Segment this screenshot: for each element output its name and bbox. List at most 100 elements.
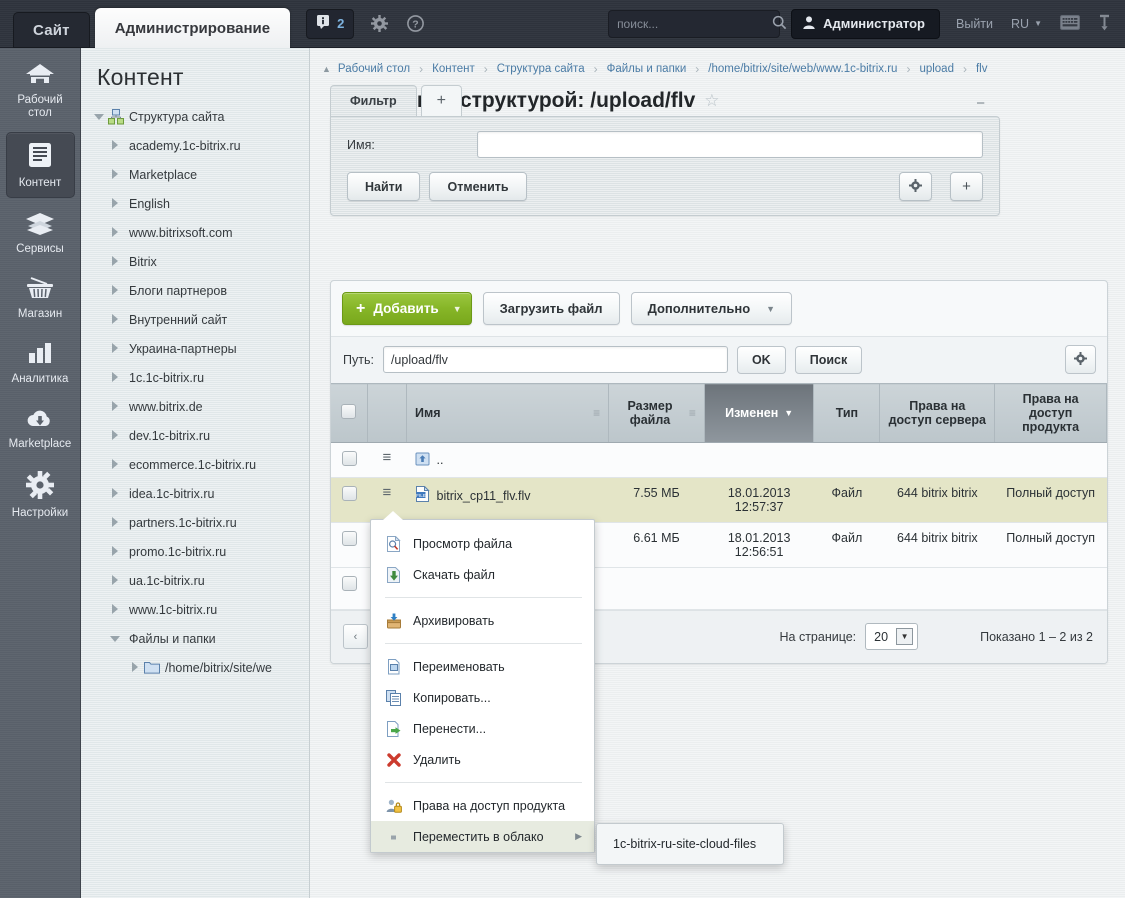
breadcrumb-item-1[interactable]: Контент: [432, 63, 475, 75]
table-row[interactable]: ≡ FILE bitrix_cp11_flv.flv 7.55 МБ 18.01…: [331, 478, 1107, 523]
breadcrumb-item-6[interactable]: flv: [976, 63, 988, 75]
logout-link[interactable]: Выйти: [956, 17, 993, 31]
chevron-right-icon[interactable]: [109, 285, 120, 296]
select-all-checkbox[interactable]: [341, 404, 356, 419]
row-checkbox-cell[interactable]: [331, 478, 367, 523]
chevron-down-icon[interactable]: [109, 633, 120, 644]
path-ok-button[interactable]: OK: [737, 346, 786, 374]
row-name-cell[interactable]: ..: [407, 443, 609, 478]
chevron-right-icon[interactable]: [109, 372, 120, 383]
search-icon[interactable]: [772, 15, 787, 33]
tree-item[interactable]: dev.1c-bitrix.ru: [81, 421, 309, 450]
chevron-right-icon[interactable]: [109, 546, 120, 557]
search-input[interactable]: [617, 17, 772, 31]
row-name-label[interactable]: bitrix_cp11_flv.flv: [437, 489, 531, 503]
filter-settings-button[interactable]: [899, 172, 932, 201]
chevron-down-icon[interactable]: ▼: [896, 628, 913, 645]
chevron-right-icon[interactable]: [109, 604, 120, 615]
row-checkbox[interactable]: [342, 451, 357, 466]
sidebar-item-services[interactable]: Сервисы: [6, 203, 75, 263]
tree-item[interactable]: Bitrix: [81, 247, 309, 276]
tree-item[interactable]: Блоги партнеров: [81, 276, 309, 305]
context-menu-item-rename[interactable]: Переименовать: [371, 651, 594, 682]
column-header-server-rights[interactable]: Права на доступ сервера: [880, 384, 995, 443]
tree-item[interactable]: www.1c-bitrix.ru: [81, 595, 309, 624]
column-menu-icon[interactable]: ≡: [689, 406, 696, 420]
tab-site[interactable]: Сайт: [13, 12, 90, 48]
breadcrumb-item-0[interactable]: Рабочий стол: [338, 63, 410, 75]
search-box[interactable]: [608, 10, 780, 38]
submenu-item-cloud-bucket[interactable]: 1c-bitrix-ru-site-cloud-files: [597, 831, 783, 857]
tree-item[interactable]: ua.1c-bitrix.ru: [81, 566, 309, 595]
more-actions-button[interactable]: Дополнительно ▼: [631, 292, 793, 325]
breadcrumb-item-3[interactable]: Файлы и папки: [607, 63, 687, 75]
sidebar-item-shop[interactable]: Магазин: [6, 268, 75, 328]
context-menu-item-download[interactable]: Скачать файл: [371, 559, 594, 590]
tab-admin[interactable]: Администрирование: [95, 8, 290, 48]
chevron-down-icon[interactable]: [93, 111, 104, 122]
tab-filter[interactable]: Фильтр: [330, 85, 417, 116]
column-header-modified[interactable]: Изменен ▼: [704, 384, 814, 443]
column-header-product-rights[interactable]: Права на доступ продукта: [995, 384, 1107, 443]
tree-item[interactable]: Marketplace: [81, 160, 309, 189]
notifications-counter[interactable]: 2: [306, 9, 354, 39]
tree-item[interactable]: promo.1c-bitrix.ru: [81, 537, 309, 566]
chevron-right-icon[interactable]: [109, 140, 120, 151]
row-checkbox-cell[interactable]: [331, 568, 367, 610]
breadcrumb-item-2[interactable]: Структура сайта: [497, 63, 585, 75]
context-menu-item-archive[interactable]: Архивировать: [371, 605, 594, 636]
pin-icon[interactable]: [1098, 14, 1111, 34]
chevron-right-icon[interactable]: [109, 198, 120, 209]
chevron-right-icon[interactable]: [109, 169, 120, 180]
row-checkbox[interactable]: [342, 486, 357, 501]
sidebar-item-marketplace[interactable]: Marketplace: [6, 398, 75, 458]
breadcrumb-item-5[interactable]: upload: [919, 63, 954, 75]
tree-item[interactable]: ecommerce.1c-bitrix.ru: [81, 450, 309, 479]
column-header-type[interactable]: Тип: [814, 384, 880, 443]
table-row[interactable]: ≡ ..: [331, 443, 1107, 478]
filter-add-button[interactable]: +: [950, 172, 983, 201]
add-button[interactable]: + Добавить ▼: [342, 292, 472, 325]
chevron-right-icon[interactable]: [109, 227, 120, 238]
tree-item[interactable]: Украина-партнеры: [81, 334, 309, 363]
filter-name-input[interactable]: [477, 131, 983, 158]
context-menu-item-preview[interactable]: Просмотр файла: [371, 528, 594, 559]
tree-item[interactable]: Структура сайта: [81, 102, 309, 131]
sidebar-item-desktop[interactable]: Рабочий стол: [6, 54, 75, 127]
row-menu-icon[interactable]: ≡: [382, 449, 391, 466]
select-all-header[interactable]: [331, 384, 367, 443]
path-search-button[interactable]: Поиск: [795, 346, 863, 374]
sidebar-item-analytics[interactable]: Аналитика: [6, 333, 75, 393]
tree-item[interactable]: English: [81, 189, 309, 218]
row-menu-icon[interactable]: ≡: [382, 484, 391, 501]
tree-item[interactable]: Внутренний сайт: [81, 305, 309, 334]
sidebar-item-content[interactable]: Контент: [6, 132, 75, 198]
per-page-select[interactable]: 20 ▼: [865, 623, 918, 650]
prev-page-button[interactable]: ‹: [343, 624, 368, 649]
tree-item[interactable]: academy.1c-bitrix.ru: [81, 131, 309, 160]
tree-item[interactable]: idea.1c-bitrix.ru: [81, 479, 309, 508]
context-menu-item-move[interactable]: Перенести...: [371, 713, 594, 744]
tree-item[interactable]: www.bitrixsoft.com: [81, 218, 309, 247]
row-checkbox[interactable]: [342, 576, 357, 591]
chevron-right-icon[interactable]: [109, 401, 120, 412]
context-menu-item-permissions[interactable]: Права на доступ продукта: [371, 790, 594, 821]
keyboard-icon[interactable]: [1060, 15, 1080, 33]
chevron-right-icon[interactable]: [109, 488, 120, 499]
chevron-right-icon[interactable]: [109, 256, 120, 267]
help-icon[interactable]: ?: [404, 13, 426, 35]
collapse-filter-button[interactable]: −: [976, 95, 985, 112]
tree-item[interactable]: 1c.1c-bitrix.ru: [81, 363, 309, 392]
gear-icon[interactable]: [368, 13, 390, 35]
tree-item[interactable]: Файлы и папки: [81, 624, 309, 653]
column-menu-icon[interactable]: ≡: [593, 406, 600, 420]
chevron-right-icon[interactable]: [109, 575, 120, 586]
context-menu-item-copy[interactable]: Копировать...: [371, 682, 594, 713]
chevron-right-icon[interactable]: [129, 662, 140, 673]
tree-item[interactable]: partners.1c-bitrix.ru: [81, 508, 309, 537]
find-button[interactable]: Найти: [347, 172, 420, 201]
language-selector[interactable]: RU ▼: [1011, 17, 1042, 31]
tree-item[interactable]: www.bitrix.de: [81, 392, 309, 421]
add-filter-tab-button[interactable]: +: [421, 85, 462, 116]
user-menu-button[interactable]: Администратор: [791, 9, 940, 39]
